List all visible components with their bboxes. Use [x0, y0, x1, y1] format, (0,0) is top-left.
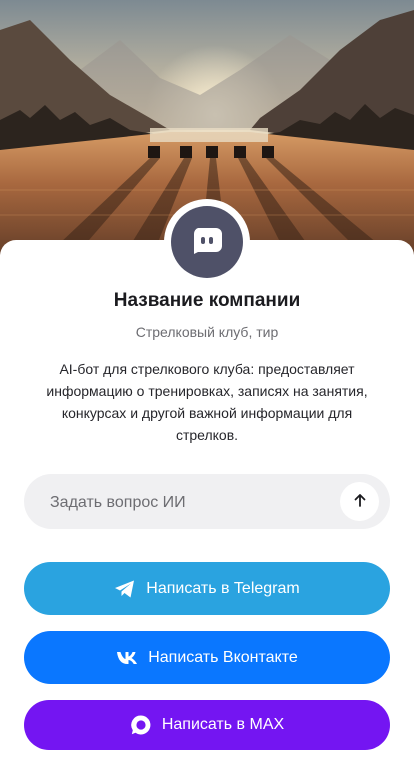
vk-icon: [116, 651, 138, 665]
chat-bot-icon: [190, 223, 224, 262]
ask-ai-input[interactable]: [48, 474, 352, 531]
telegram-icon: [114, 579, 136, 599]
company-description: AI-бот для стрелкового клуба: предоставл…: [46, 361, 368, 443]
ask-ai-box: [24, 474, 390, 531]
send-button[interactable]: [340, 482, 379, 521]
max-button[interactable]: Написать в MAX: [24, 700, 390, 750]
telegram-button[interactable]: Написать в Telegram: [24, 562, 390, 615]
vk-button-label: Написать Вконтакте: [148, 648, 298, 666]
avatar: [171, 206, 243, 278]
company-category: Стрелковый клуб, тир: [135, 324, 279, 340]
vk-button[interactable]: Написать Вконтакте: [24, 631, 390, 684]
telegram-button-label: Написать в Telegram: [146, 579, 300, 597]
max-icon: [130, 714, 152, 736]
company-name: Название компании: [113, 290, 301, 311]
arrow-up-icon: [352, 492, 368, 511]
max-button-label: Написать в MAX: [161, 716, 285, 733]
